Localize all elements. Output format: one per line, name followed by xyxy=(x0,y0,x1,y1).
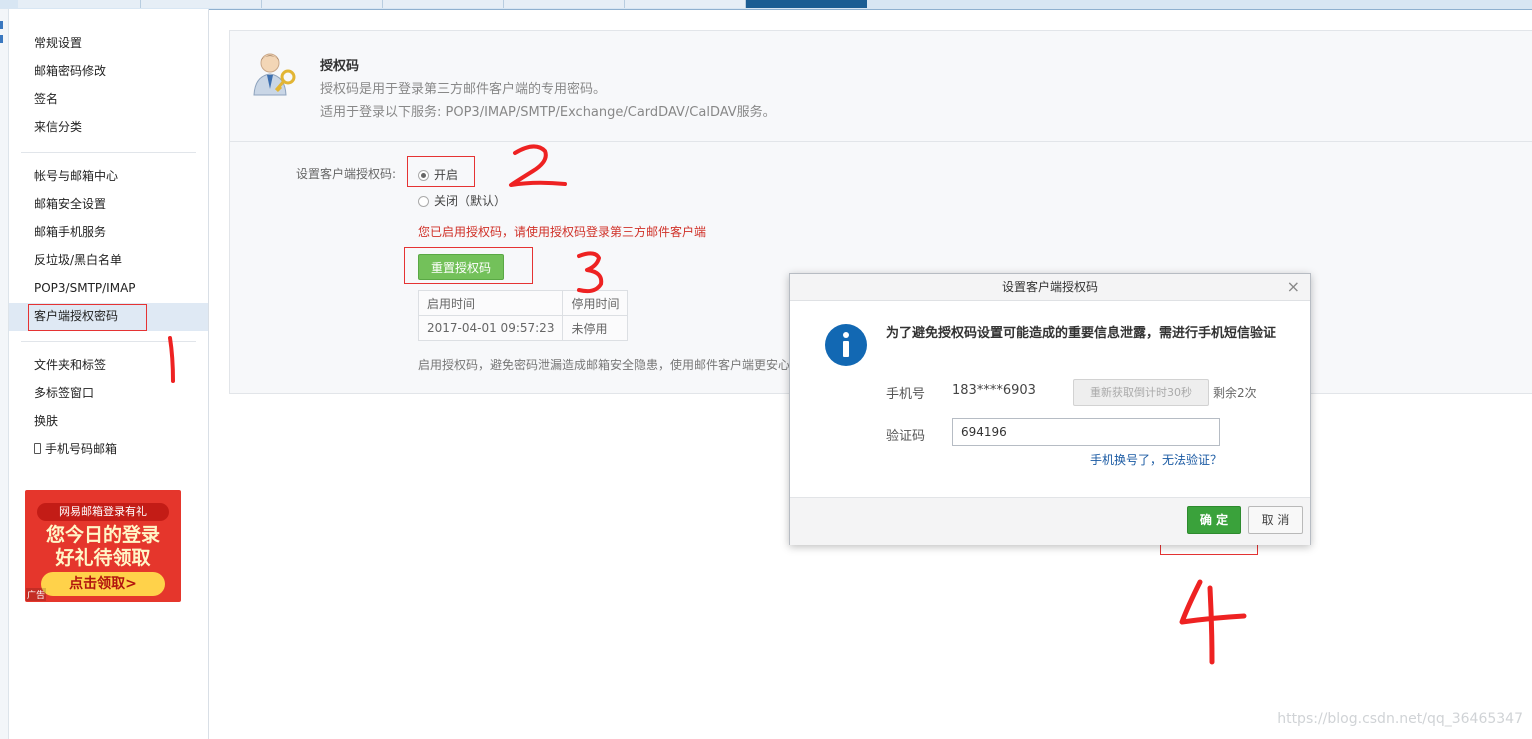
promo-banner[interactable]: 网易邮箱登录有礼 您今日的登录 好礼待领取 点击领取> 广告 xyxy=(25,490,181,602)
phone-icon xyxy=(34,443,41,454)
sidebar-item-mobile-service[interactable]: 邮箱手机服务 xyxy=(34,224,106,240)
radio-off[interactable] xyxy=(418,196,429,207)
step-number-1 xyxy=(168,336,175,383)
auth-code-dialog: 设置客户端授权码 × 为了避免授权码设置可能造成的重要信息泄露，需进行手机短信验… xyxy=(789,273,1311,545)
dialog-header: 设置客户端授权码 × xyxy=(790,274,1310,301)
promo-line-1: 您今日的登录 xyxy=(45,524,160,546)
enabled-notice: 您已启用授权码，请使用授权码登录第三方邮件客户端 xyxy=(418,225,707,239)
sidebar-item-antispam[interactable]: 反垃圾/黑白名单 xyxy=(34,252,122,268)
sidebar-item-skin[interactable]: 换肤 xyxy=(34,413,58,429)
user-key-icon xyxy=(253,53,296,96)
sidebar-item-folders[interactable]: 文件夹和标签 xyxy=(34,357,106,373)
phone-number: 183****6903 xyxy=(952,383,1036,398)
phone-label: 手机号 xyxy=(886,387,926,402)
phone-changed-link[interactable]: 手机换号了，无法验证？ xyxy=(1090,451,1222,468)
annotation-box-2 xyxy=(407,156,475,187)
annotation-box-1 xyxy=(28,304,147,331)
column-header: 启用时间 xyxy=(417,290,564,316)
sidebar-item-security[interactable]: 邮箱安全设置 xyxy=(34,196,106,212)
panel-description: 授权码是用于登录第三方邮件客户端的专用密码。 xyxy=(320,82,607,97)
confirm-button[interactable]: 确 定 xyxy=(1187,506,1241,534)
dialog-title: 设置客户端授权码 xyxy=(1001,280,1098,294)
sidebar-item-phone-mailbox[interactable]: 手机号码邮箱 xyxy=(34,441,117,457)
top-tab-active[interactable] xyxy=(746,0,867,8)
top-tab[interactable] xyxy=(504,0,625,8)
dialog-message: 为了避免授权码设置可能造成的重要信息泄露，需进行手机短信验证 xyxy=(886,326,1277,341)
panel-divider xyxy=(230,141,1532,142)
auth-history-table: 启用时间 停用时间 2017-04-01 09:57:23 未停用 xyxy=(417,290,629,341)
top-tab[interactable] xyxy=(18,0,141,8)
sidebar-item-label: 手机号码邮箱 xyxy=(45,442,118,456)
sidebar-item-general[interactable]: 常规设置 xyxy=(34,35,82,51)
table-cell: 2017-04-01 09:57:23 xyxy=(417,315,564,341)
step-number-3 xyxy=(577,251,604,294)
edge-marker xyxy=(0,21,3,29)
table-cell: 未停用 xyxy=(562,315,629,341)
step-number-2 xyxy=(509,144,567,187)
panel-services: 适用于登录以下服务: POP3/IMAP/SMTP/Exchange/CardD… xyxy=(320,105,776,120)
verification-code-input[interactable] xyxy=(952,418,1220,446)
top-tab[interactable] xyxy=(625,0,746,8)
security-tip: 启用授权码，避免密码泄漏造成邮箱安全隐患，使用邮件客户端更安心 xyxy=(418,358,791,372)
close-icon[interactable]: × xyxy=(1287,277,1300,297)
top-tab[interactable] xyxy=(262,0,383,8)
ad-tag: 广告 xyxy=(26,588,47,601)
step-number-4 xyxy=(1179,579,1247,665)
code-label: 验证码 xyxy=(886,429,926,444)
info-icon xyxy=(825,324,867,366)
annotation-box-3 xyxy=(404,247,533,284)
panel-title: 授权码 xyxy=(320,59,360,74)
sidebar-item-mail-filter[interactable]: 来信分类 xyxy=(34,119,82,135)
promo-header: 网易邮箱登录有礼 xyxy=(37,503,169,521)
top-tab-bar xyxy=(0,0,1532,10)
remaining-count: 剩余2次 xyxy=(1213,386,1257,400)
top-tab[interactable] xyxy=(383,0,504,8)
cancel-button[interactable]: 取 消 xyxy=(1248,506,1303,534)
watermark: https://blog.csdn.net/qq_36465347 xyxy=(1277,711,1523,727)
promo-claim-button[interactable]: 点击领取> xyxy=(41,572,165,596)
sidebar-item-password[interactable]: 邮箱密码修改 xyxy=(34,63,106,79)
option-off-label: 关闭（默认） xyxy=(434,194,507,208)
promo-line-2: 好礼待领取 xyxy=(55,547,151,569)
top-tab[interactable] xyxy=(141,0,262,8)
table-row: 2017-04-01 09:57:23 未停用 xyxy=(417,315,629,341)
option-off[interactable]: 关闭（默认） xyxy=(418,192,506,209)
resend-code-button[interactable]: 重新获取倒计时30秒 xyxy=(1073,379,1209,406)
edge-marker xyxy=(0,35,3,43)
sidebar-item-pop3[interactable]: POP3/SMTP/IMAP xyxy=(34,280,136,296)
sidebar-item-account-center[interactable]: 帐号与邮箱中心 xyxy=(34,168,118,184)
sidebar-item-signature[interactable]: 签名 xyxy=(34,91,58,107)
left-edge-strip xyxy=(0,9,9,739)
auth-setting-label: 设置客户端授权码: xyxy=(296,167,397,181)
sidebar-divider xyxy=(21,152,196,153)
sidebar-item-multi-tab[interactable]: 多标签窗口 xyxy=(34,385,94,401)
